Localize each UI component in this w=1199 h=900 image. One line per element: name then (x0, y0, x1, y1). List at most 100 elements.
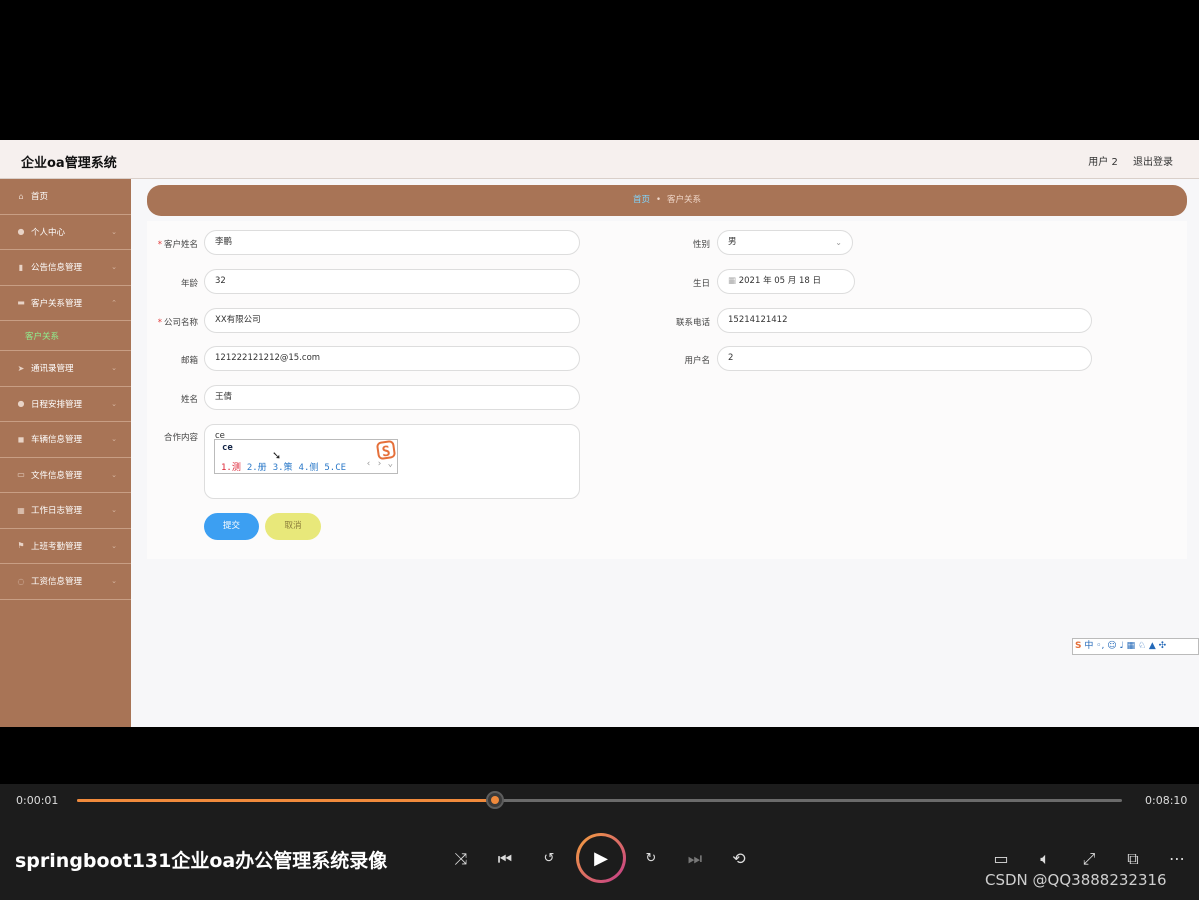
power-icon: ◌ (17, 576, 25, 586)
chevron-down-icon: ⌄ (111, 435, 117, 443)
ime-candidate[interactable]: 2.册 (247, 463, 267, 473)
card-icon: ▭ (17, 470, 25, 480)
sidebar-item-worklog[interactable]: ▦ 工作日志管理 ⌄ (0, 493, 131, 529)
car-icon: ◼ (17, 434, 25, 444)
sidebar-item-label: 个人中心 (31, 227, 66, 238)
ime-candidate[interactable]: 1.测 (221, 463, 241, 473)
coop-label: 合作内容 (163, 433, 198, 443)
sidebar-item-attendance[interactable]: ⚑ 上班考勤管理 ⌄ (0, 529, 131, 564)
sidebar-item-label: 车辆信息管理 (31, 435, 83, 446)
sidebar-subitem-customer-relation[interactable]: 客户关系 (0, 321, 131, 351)
next-icon[interactable]: ⏭ (684, 848, 706, 870)
sidebar-item-schedule[interactable]: ● 日程安排管理 ⌄ (0, 387, 131, 422)
person-icon: ● (17, 227, 25, 237)
birthday-picker[interactable]: ▦ 2021 年 05 月 18 日 (717, 269, 855, 294)
gender-select[interactable]: 男 ⌄ (717, 230, 853, 255)
monitor-icon: ▬ (17, 298, 25, 308)
phone-label: 联系电话 (675, 318, 710, 328)
username-field[interactable]: 2 (717, 346, 1092, 371)
sidebar-item-customer[interactable]: ▬ 客户关系管理 ⌃ (0, 286, 131, 321)
more-icon[interactable]: ⋯ (1166, 848, 1188, 870)
breadcrumb: 首页 • 客户关系 (147, 185, 1187, 216)
home-icon: ⌂ (18, 191, 24, 201)
birthday-label: 生日 (692, 279, 710, 289)
forward-30-icon[interactable]: ↻ (640, 848, 662, 870)
sidebar-item-vehicle[interactable]: ◼ 车辆信息管理 ⌄ (0, 422, 131, 458)
sidebar-item-label: 文件信息管理 (31, 470, 83, 481)
ime-candidate[interactable]: 4.侧 (299, 463, 319, 473)
subtitles-icon[interactable]: ▭ (990, 848, 1012, 870)
company-label: * 公司名称 (157, 318, 198, 328)
ime-candidate[interactable]: 5.CE (324, 463, 346, 473)
customer-name-field[interactable]: 李鹏 (204, 230, 580, 255)
ime-typed-text: ce (222, 443, 233, 453)
chevron-down-icon: ⌄ (111, 470, 117, 479)
email-label: 邮箱 (180, 356, 198, 366)
ime-candidate-popup: ce S 1.测 2.册 3.策 4.侧 5.CE ‹ › ⌄ (214, 439, 398, 474)
sogou-logo-icon: S (1075, 641, 1082, 651)
chevron-down-icon: ⌄ (111, 399, 117, 408)
send-icon: ➤ (17, 363, 25, 373)
sidebar-item-label: 工作日志管理 (31, 506, 83, 517)
grid-icon: ▦ (17, 505, 25, 515)
ime-toolbar[interactable]: S 中 ◦, ☺ ♩ ▦ ♘ ▲ ✣ (1072, 638, 1199, 655)
sidebar-item-home[interactable]: ⌂ 首页 (0, 179, 131, 215)
screen: 企业oa管理系统 用户 2 退出登录 ⌂ 首页 ● 个人中心 ⌄ ▮ 公告信息管… (0, 0, 1199, 900)
seek-track[interactable] (77, 799, 1122, 802)
seek-handle[interactable] (486, 791, 504, 809)
sidebar-item-contacts[interactable]: ➤ 通讯录管理 ⌄ (0, 351, 131, 387)
sidebar-item-label: 客户关系管理 (31, 298, 83, 309)
company-field[interactable]: XX有限公司 (204, 308, 580, 333)
repeat-off-icon[interactable]: ⟲ (728, 848, 750, 870)
user-label: 用户 2 (1088, 157, 1118, 168)
sidebar-item-personal-center[interactable]: ● 个人中心 ⌄ (0, 215, 131, 250)
sidebar-item-label: 上班考勤管理 (31, 541, 83, 552)
chevron-down-icon: ⌄ (111, 577, 117, 585)
previous-icon[interactable]: ⏮ (494, 848, 516, 870)
video-title: springboot131企业oa办公管理系统录像 (15, 850, 388, 872)
email-field[interactable]: 121222121212@15.com (204, 346, 580, 371)
gender-label: 性别 (692, 240, 710, 250)
age-label: 年龄 (180, 279, 198, 289)
app-brand: 企业oa管理系统 (21, 156, 117, 171)
breadcrumb-home[interactable]: 首页 (633, 195, 650, 205)
chevron-down-icon: ⌄ (111, 541, 117, 550)
rewind-10-icon[interactable]: ↺ (538, 848, 560, 870)
sidebar-item-label: 公告信息管理 (31, 263, 83, 274)
chevron-down-icon: ⌄ (111, 263, 117, 271)
sogou-logo-icon: S (375, 439, 397, 460)
chevron-down-icon: ⌄ (111, 364, 117, 372)
bar-chart-icon: ▮ (18, 262, 24, 272)
seek-fill (77, 799, 495, 802)
current-time: 0:00:01 (16, 794, 59, 807)
phone-field[interactable]: 15214121412 (717, 308, 1092, 333)
sidebar-item-notice[interactable]: ▮ 公告信息管理 ⌄ (0, 250, 131, 286)
logout-link[interactable]: 退出登录 (1133, 157, 1173, 168)
sidebar-item-label: 日程安排管理 (31, 399, 83, 410)
mini-player-icon[interactable]: ⧉ (1122, 848, 1144, 870)
sidebar-item-label: 工资信息管理 (31, 577, 83, 588)
sidebar-item-label: 通讯录管理 (31, 364, 74, 375)
mouse-cursor-icon: ➘ (272, 449, 282, 462)
submit-button[interactable]: 提交 (204, 513, 259, 540)
volume-icon[interactable]: 🔈︎ (1034, 848, 1056, 870)
fullscreen-icon[interactable]: ⤢ (1078, 848, 1100, 870)
topbar: 企业oa管理系统 用户 2 退出登录 (0, 140, 1199, 179)
sidebar-item-files[interactable]: ▭ 文件信息管理 ⌄ (0, 458, 131, 493)
ime-toolbar-icons: 中 ◦, ☺ ♩ ▦ ♘ ▲ ✣ (1084, 641, 1167, 651)
chevron-down-icon: ⌄ (111, 506, 117, 514)
person-icon: ● (17, 399, 25, 409)
ime-pager[interactable]: ‹ › ⌄ (366, 459, 393, 469)
flag-icon: ⚑ (17, 541, 25, 551)
ime-candidates: 1.测 2.册 3.策 4.侧 5.CE (221, 460, 352, 473)
play-button[interactable]: ▶ (576, 833, 626, 883)
calendar-icon: ▦ (728, 276, 739, 286)
breadcrumb-current: 客户关系 (667, 195, 702, 205)
sidebar-item-salary[interactable]: ◌ 工资信息管理 ⌄ (0, 564, 131, 600)
ime-candidate[interactable]: 3.策 (273, 463, 293, 473)
shuffle-icon[interactable]: ⤨ (450, 848, 472, 870)
age-field[interactable]: 32 (204, 269, 580, 294)
name-field[interactable]: 王倩 (204, 385, 580, 410)
chevron-down-icon: ⌄ (111, 227, 117, 236)
cancel-button[interactable]: 取消 (265, 513, 321, 540)
